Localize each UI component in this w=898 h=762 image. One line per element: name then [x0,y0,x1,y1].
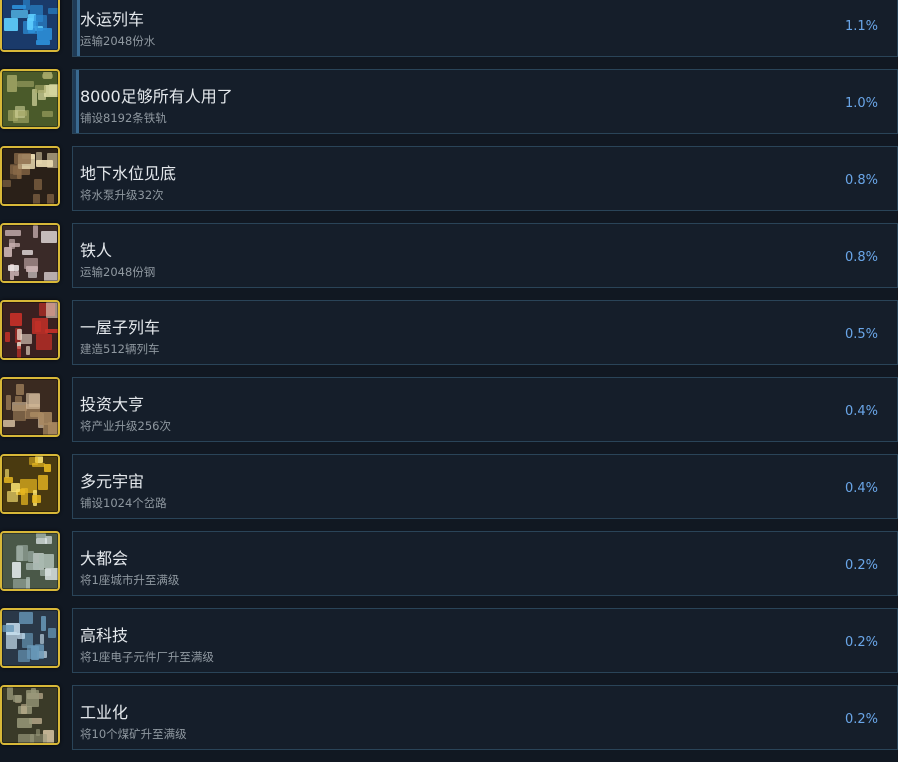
achievement-title: 水运列车 [80,10,145,29]
achievement-title: 大都会 [80,549,129,568]
achievement-title: 投资大亨 [80,395,145,414]
achievement-panel: 8000足够所有人用了 铺设8192条铁轨 1.0% [72,69,898,134]
achievement-description: 将10个煤矿升至满级 [80,727,187,741]
achievement-panel: 工业化 将10个煤矿升至满级 0.2% [72,685,898,750]
unlock-percentage: 0.2% [844,558,878,573]
achievement-panel: 地下水位见底 将水泵升级32次 0.8% [72,146,898,211]
achievement-panel: 铁人 运输2048份钢 0.8% [72,223,898,288]
railway-tracks-icon [0,69,60,129]
achievement-title: 高科技 [80,626,129,645]
rail-switch-icon [0,454,60,514]
achievement-title: 8000足够所有人用了 [80,87,233,106]
progress-bar [73,70,79,133]
unlock-percentage: 0.5% [844,327,878,342]
achievement-row: 投资大亨 将产业升级256次 0.4% [0,377,898,454]
steel-cargo-icon [0,223,60,283]
achievement-description: 将1座城市升至满级 [80,573,180,587]
achievement-panel: 大都会 将1座城市升至满级 0.2% [72,531,898,596]
achievement-row: 工业化 将10个煤矿升至满级 0.2% [0,685,898,762]
unlock-percentage: 0.8% [844,173,878,188]
unlock-percentage: 0.8% [844,250,878,265]
achievement-description: 铺设1024个岔路 [80,496,167,510]
achievement-description: 将1座电子元件厂升至满级 [80,650,214,664]
metropolis-icon [0,531,60,591]
achievement-panel: 一屋子列车 建造512辆列车 0.5% [72,300,898,365]
achievement-panel: 水运列车 运输2048份水 1.1% [72,0,898,57]
progress-bar [73,0,80,56]
achievement-row: 一屋子列车 建造512辆列车 0.5% [0,300,898,377]
unlock-percentage: 0.4% [844,404,878,419]
achievement-row: 水运列车 运输2048份水 1.1% [0,0,898,69]
achievement-panel: 多元宇宙 铺设1024个岔路 0.4% [72,454,898,519]
achievement-row: 地下水位见底 将水泵升级32次 0.8% [0,146,898,223]
achievement-row: 大都会 将1座城市升至满级 0.2% [0,531,898,608]
achievement-panel: 高科技 将1座电子元件厂升至满级 0.2% [72,608,898,673]
achievement-row: 铁人 运输2048份钢 0.8% [0,223,898,300]
unlock-percentage: 1.1% [844,19,878,34]
unlock-percentage: 1.0% [844,96,878,111]
achievement-row: 8000足够所有人用了 铺设8192条铁轨 1.0% [0,69,898,146]
achievement-title: 工业化 [80,703,129,722]
achievement-panel: 投资大亨 将产业升级256次 0.4% [72,377,898,442]
achievement-description: 建造512辆列车 [80,342,160,356]
achievement-row: 高科技 将1座电子元件厂升至满级 0.2% [0,608,898,685]
water-train-icon [0,0,60,52]
coal-mine-icon [0,685,60,745]
achievement-title: 地下水位见底 [80,164,177,183]
unlock-percentage: 0.4% [844,481,878,496]
water-pump-icon [0,146,60,206]
achievement-title: 多元宇宙 [80,472,145,491]
achievement-list: 水运列车 运输2048份水 1.1% 8000足够所有人用了 铺设8192条铁轨… [0,0,898,762]
unlock-percentage: 0.2% [844,712,878,727]
achievement-description: 运输2048份钢 [80,265,156,279]
electronics-factory-icon [0,608,60,668]
achievement-title: 一屋子列车 [80,318,161,337]
achievement-title: 铁人 [80,241,113,260]
achievement-description: 铺设8192条铁轨 [80,111,167,125]
locomotive-icon [0,300,60,360]
achievement-description: 运输2048份水 [80,34,156,48]
achievement-row: 多元宇宙 铺设1024个岔路 0.4% [0,454,898,531]
achievement-description: 将产业升级256次 [80,419,171,433]
industry-upgrade-icon [0,377,60,437]
achievement-description: 将水泵升级32次 [80,188,164,202]
unlock-percentage: 0.2% [844,635,878,650]
